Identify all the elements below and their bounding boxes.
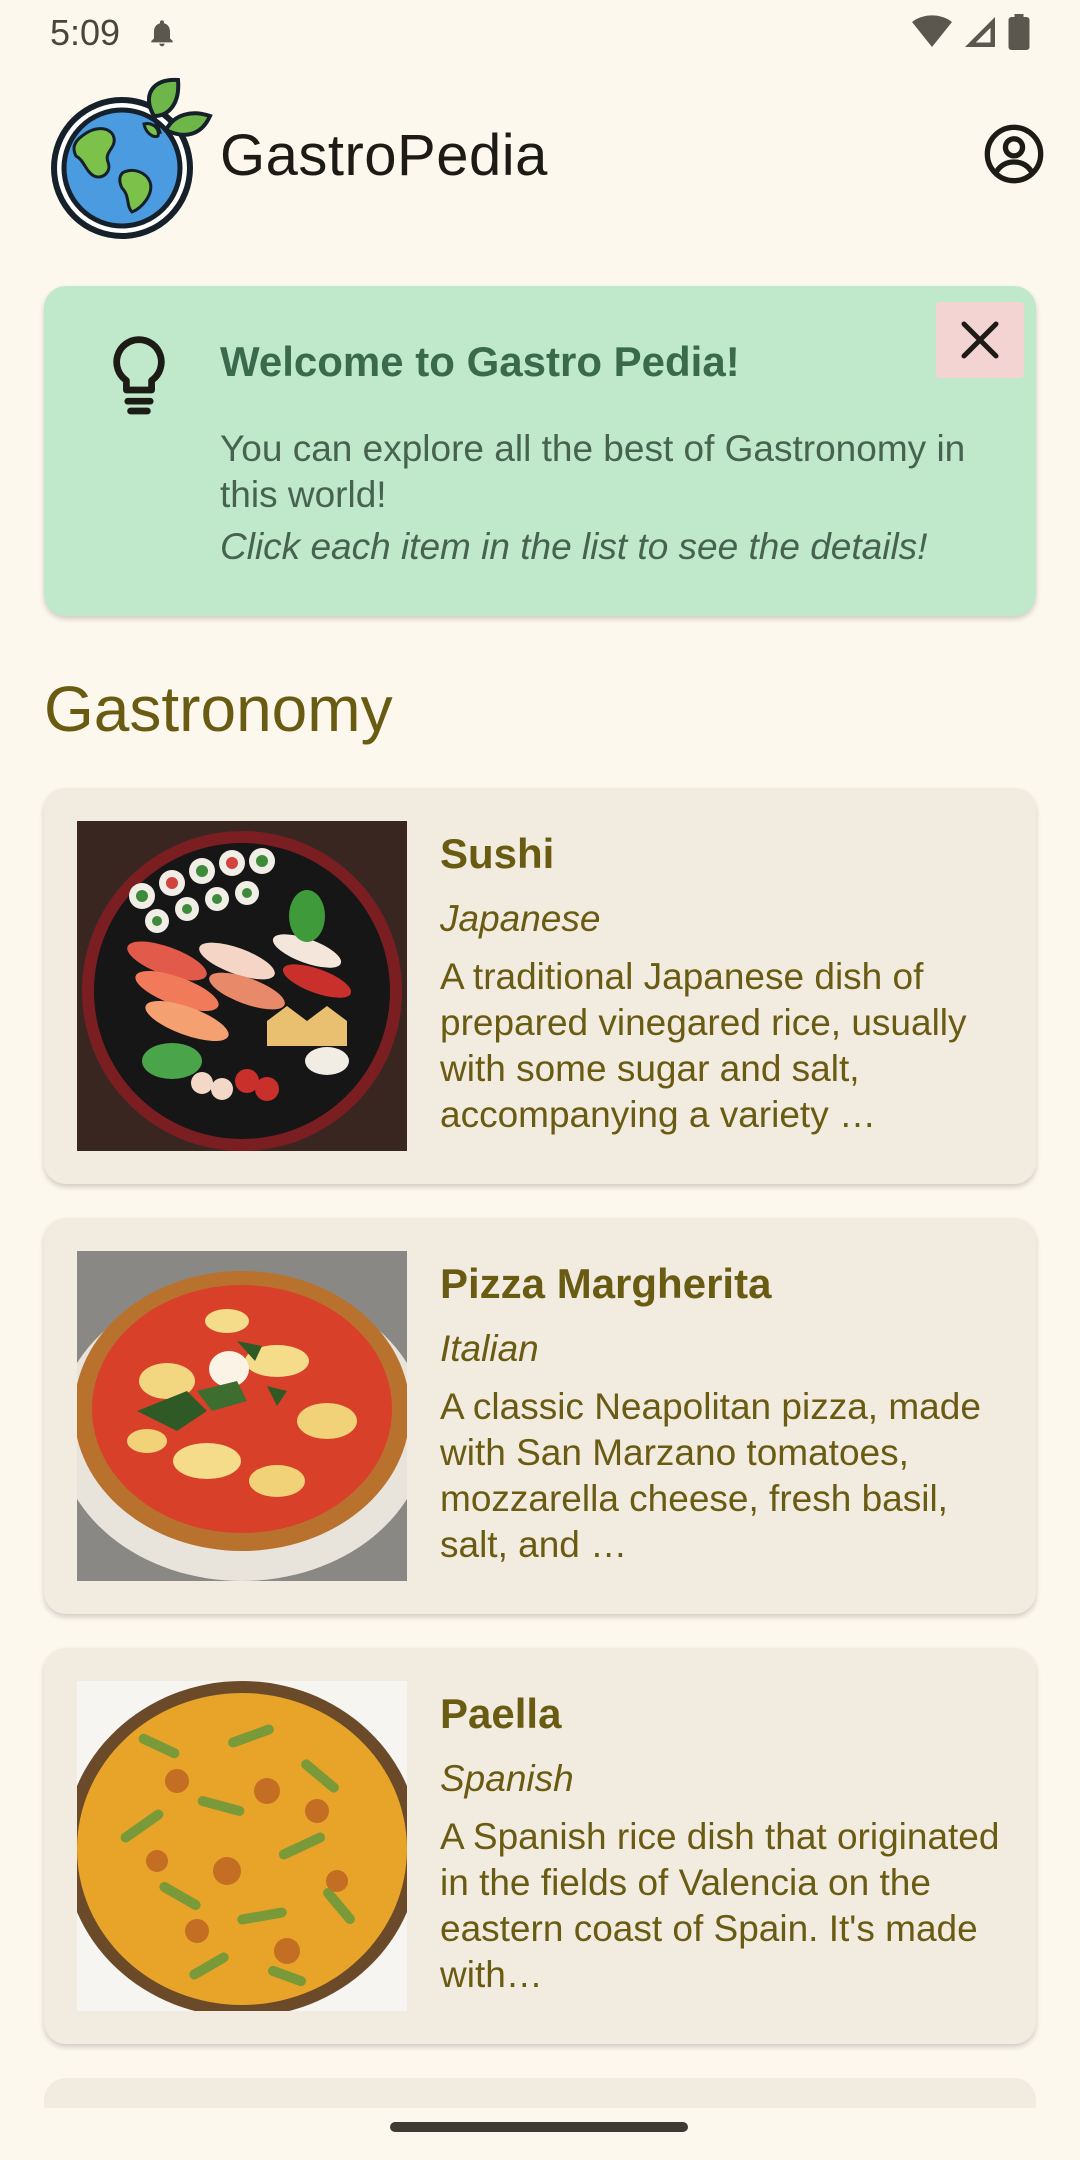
welcome-card: Welcome to Gastro Pedia! You can explore… — [44, 286, 1036, 616]
food-card-pizza-margherita[interactable]: Pizza Margherita Italian A classic Neapo… — [44, 1218, 1036, 1614]
signal-icon — [965, 17, 995, 47]
welcome-hint: Click each item in the list to see the d… — [220, 526, 928, 567]
app-logo — [51, 77, 213, 239]
gesture-nav-handle[interactable] — [390, 2122, 688, 2132]
food-origin: Italian — [440, 1328, 539, 1369]
food-description: A classic Neapolitan pizza, made with Sa… — [440, 1386, 981, 1565]
status-bar: 5:09 — [0, 0, 1080, 66]
food-card-paella[interactable]: Paella Spanish A Spanish rice dish that … — [44, 1648, 1036, 2044]
battery-icon — [1008, 14, 1030, 50]
food-card-sushi[interactable]: Sushi Japanese A traditional Japanese di… — [44, 788, 1036, 1184]
close-icon — [961, 321, 999, 359]
welcome-title: Welcome to Gastro Pedia! — [220, 338, 740, 385]
status-time: 5:09 — [50, 12, 121, 53]
food-description: A traditional Japanese dish of prepared … — [440, 956, 967, 1135]
food-origin: Japanese — [440, 898, 601, 939]
section-title: Gastronomy — [44, 673, 393, 745]
sushi-image — [77, 821, 407, 1151]
food-origin: Spanish — [440, 1758, 574, 1799]
app-title: GastroPedia — [220, 123, 548, 188]
food-name: Sushi — [440, 830, 555, 877]
food-name: Paella — [440, 1690, 562, 1737]
status-icons — [912, 14, 1030, 50]
wifi-icon — [912, 15, 952, 48]
bell-icon — [151, 20, 173, 47]
welcome-body: You can explore all the best of Gastrono… — [220, 428, 966, 515]
paella-image — [77, 1681, 407, 2011]
lightbulb-icon — [113, 336, 165, 415]
pizza-image — [77, 1251, 407, 1581]
food-description: A Spanish rice dish that originated in t… — [440, 1816, 1000, 1995]
food-name: Pizza Margherita — [440, 1260, 772, 1307]
food-card-partial[interactable] — [44, 2078, 1036, 2108]
account-icon[interactable] — [982, 122, 1046, 186]
close-button[interactable] — [936, 302, 1024, 378]
top-app-bar: GastroPedia — [0, 66, 1080, 246]
